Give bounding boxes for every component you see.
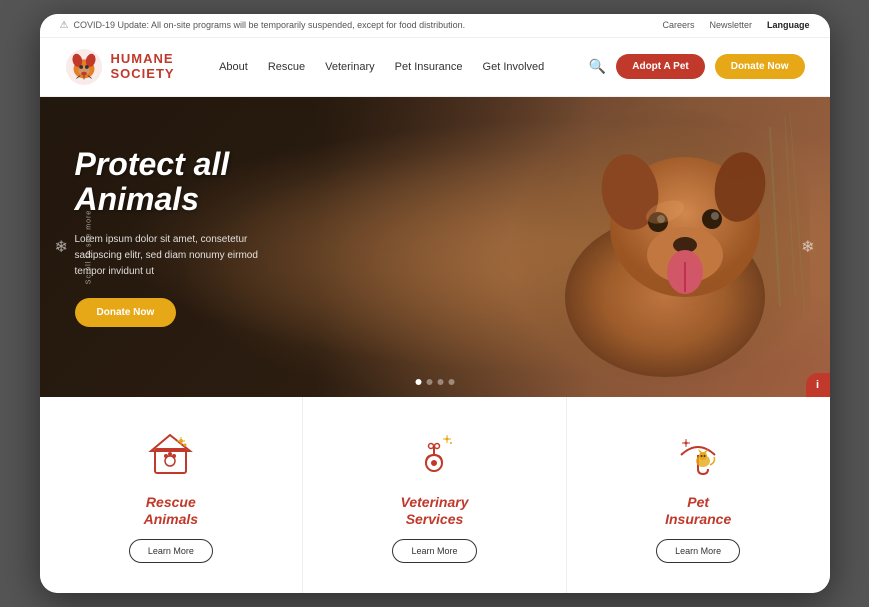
hero-section: Scroll to see more ❄ ❄ Protect all Anima… (40, 97, 830, 397)
nav-veterinary[interactable]: Veterinary (325, 61, 375, 73)
adopt-button[interactable]: Adopt A Pet (616, 54, 704, 79)
logo: HUMANE SOCIETY (65, 48, 175, 86)
nav-links: About Rescue Veterinary Pet Insurance Ge… (219, 61, 544, 73)
hero-dots (415, 379, 454, 385)
dot-4[interactable] (448, 379, 454, 385)
veterinary-title: Veterinary Services (401, 494, 469, 528)
nav-right: 🔍 Adopt A Pet Donate Now (589, 54, 805, 79)
nav-rescue[interactable]: Rescue (268, 61, 305, 73)
veterinary-learn-more-button[interactable]: Learn More (392, 539, 476, 563)
nav-get-involved[interactable]: Get Involved (483, 61, 545, 73)
hero-title: Protect all Animals (75, 147, 795, 217)
insurance-card: Pet Insurance Learn More (567, 397, 830, 594)
insurance-icon (671, 427, 726, 482)
announcement-left: ⚠ COVID-19 Update: All on-site programs … (60, 20, 466, 31)
announcement-bar: ⚠ COVID-19 Update: All on-site programs … (40, 14, 830, 38)
rescue-title: Rescue Animals (144, 494, 198, 528)
rescue-learn-more-button[interactable]: Learn More (129, 539, 213, 563)
rescue-icon (143, 427, 198, 482)
browser-frame: ⚠ COVID-19 Update: All on-site programs … (40, 14, 830, 594)
logo-icon (65, 48, 103, 86)
language-link[interactable]: Language (767, 20, 810, 30)
hero-content: Protect all Animals Lorem ipsum dolor si… (40, 97, 830, 377)
nav-pet-insurance[interactable]: Pet Insurance (395, 61, 463, 73)
logo-text: HUMANE SOCIETY (111, 52, 175, 81)
dot-1[interactable] (415, 379, 421, 385)
services-section: Rescue Animals Learn More (40, 397, 830, 594)
announcement-text: COVID-19 Update: All on-site programs wi… (73, 20, 465, 30)
navbar: HUMANE SOCIETY About Rescue Veterinary P… (40, 38, 830, 97)
announcement-links: Careers Newsletter Language (662, 20, 809, 30)
dot-2[interactable] (426, 379, 432, 385)
donate-button[interactable]: Donate Now (715, 54, 805, 79)
nav-about[interactable]: About (219, 61, 248, 73)
veterinary-icon (407, 427, 462, 482)
hero-donate-button[interactable]: Donate Now (75, 298, 177, 327)
veterinary-card: Veterinary Services Learn More (303, 397, 567, 594)
rescue-card: Rescue Animals Learn More (40, 397, 304, 594)
dot-3[interactable] (437, 379, 443, 385)
newsletter-link[interactable]: Newsletter (709, 20, 752, 30)
hero-subtitle: Lorem ipsum dolor sit amet, consetetur s… (75, 232, 275, 280)
covid-icon: ⚠ (60, 20, 69, 31)
careers-link[interactable]: Careers (662, 20, 694, 30)
insurance-title: Pet Insurance (665, 494, 731, 528)
search-icon[interactable]: 🔍 (589, 58, 606, 75)
insurance-learn-more-button[interactable]: Learn More (656, 539, 740, 563)
